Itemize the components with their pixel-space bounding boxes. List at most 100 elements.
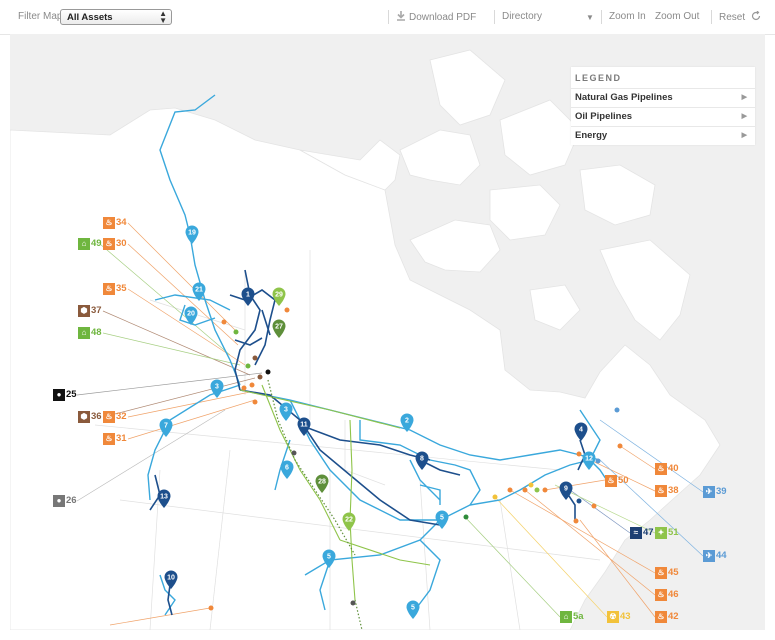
zoom-in-button[interactable]: Zoom In xyxy=(609,11,646,23)
asset-label[interactable]: ● 25 xyxy=(53,389,77,401)
chevron-down-icon[interactable]: ▼ xyxy=(586,12,594,24)
flame-icon: ♨ xyxy=(655,589,667,601)
directory-dropdown[interactable]: Directory xyxy=(502,11,542,23)
legend-item-oil[interactable]: Oil Pipelines ▶ xyxy=(571,108,755,127)
marker-label: 8 xyxy=(420,456,424,463)
asset-number: 38 xyxy=(668,485,679,496)
legend-item-natural-gas[interactable]: Natural Gas Pipelines ▶ xyxy=(571,89,755,108)
asset-number: 32 xyxy=(116,411,127,422)
refresh-icon xyxy=(751,10,761,21)
flame-icon: ♨ xyxy=(103,217,115,229)
asset-number: 44 xyxy=(716,550,727,561)
marker-label: 3 xyxy=(215,384,219,391)
asset-label[interactable]: ♨ 35 xyxy=(103,283,127,295)
asset-label[interactable]: ✦ 51 xyxy=(655,527,679,539)
flame-icon: ♨ xyxy=(103,433,115,445)
asset-label[interactable]: ♨ 30 xyxy=(103,238,127,250)
filter-select[interactable]: All Assets ▲ ▼ xyxy=(60,9,172,25)
toolbar-divider xyxy=(601,10,602,24)
marker-label: 21 xyxy=(195,287,203,294)
asset-label[interactable]: ♨ 32 xyxy=(103,411,127,423)
reset-button[interactable]: Reset xyxy=(719,10,761,24)
circle-icon: ● xyxy=(53,389,65,401)
asset-label[interactable]: ♨ 50 xyxy=(605,475,629,487)
solar-icon: ✦ xyxy=(655,527,667,539)
marker-label: 20 xyxy=(187,311,195,318)
asset-label[interactable]: ♨ 42 xyxy=(655,611,679,623)
house-icon: ⌂ xyxy=(78,327,90,339)
marker-label: 28 xyxy=(318,479,326,486)
storage-icon: ⬢ xyxy=(78,305,90,317)
house-icon: ⌂ xyxy=(78,238,90,250)
asset-label[interactable]: ⌂ 49 xyxy=(78,238,102,250)
map-canvas[interactable]: 1 2 3 3 4 5 5 5 6 7 8 9 10 11 12 13 19 2… xyxy=(10,34,765,630)
asset-label[interactable]: ♨ 34 xyxy=(103,217,127,229)
marker-label: 27 xyxy=(275,324,283,331)
flame-icon: ♨ xyxy=(655,611,667,623)
asset-number: 49 xyxy=(91,238,102,249)
asset-number: 25 xyxy=(66,389,77,400)
asset-label[interactable]: ≈47 xyxy=(630,527,654,539)
asset-number: 42 xyxy=(668,611,679,622)
asset-number: 36 xyxy=(91,411,102,422)
asset-number: 35 xyxy=(116,283,127,294)
zoom-out-button[interactable]: Zoom Out xyxy=(655,11,699,23)
download-pdf-label: Download PDF xyxy=(409,12,477,23)
legend-item-label: Energy xyxy=(575,130,608,141)
updown-arrows-icon: ▲ ▼ xyxy=(159,9,167,25)
asset-label[interactable]: ♨ 38 xyxy=(655,485,679,497)
map-toolbar: Filter Map All Assets ▲ ▼ Download PDF Di… xyxy=(0,0,775,35)
chevron-right-icon: ▶ xyxy=(741,132,747,139)
download-icon xyxy=(397,11,405,21)
flame-icon: ♨ xyxy=(655,485,667,497)
marker-label: 13 xyxy=(160,494,168,501)
download-pdf-button[interactable]: Download PDF xyxy=(396,11,476,24)
marker-label: 5 xyxy=(440,515,444,522)
asset-label[interactable]: ⬢ 36 xyxy=(78,411,102,423)
asset-label[interactable]: ♨ 45 xyxy=(655,567,679,579)
asset-number: 30 xyxy=(116,238,127,249)
reset-label: Reset xyxy=(719,12,746,23)
asset-label[interactable]: ✈ 39 xyxy=(703,486,727,498)
marker-label: 2 xyxy=(405,418,409,425)
asset-number: 45 xyxy=(668,567,679,578)
storage-icon: ⬢ xyxy=(78,411,90,423)
legend-item-label: Oil Pipelines xyxy=(575,111,633,122)
legend-title: LEGEND xyxy=(571,67,755,89)
asset-number: 34 xyxy=(116,217,127,228)
asset-label[interactable]: ☢ 43 xyxy=(607,611,631,623)
asset-number: 47 xyxy=(643,527,654,538)
asset-label[interactable]: ♨ 40 xyxy=(655,463,679,475)
marker-label: 3 xyxy=(284,407,288,414)
asset-label[interactable]: ♨ 31 xyxy=(103,433,127,445)
legend-item-energy[interactable]: Energy ▶ xyxy=(571,127,755,145)
asset-number: 48 xyxy=(91,327,102,338)
asset-label[interactable]: ● 26 xyxy=(53,495,77,507)
marker-label: 19 xyxy=(188,230,196,237)
directory-label: Directory xyxy=(502,11,543,22)
asset-label[interactable]: ♨ 46 xyxy=(655,589,679,601)
asset-number: 43 xyxy=(620,611,631,622)
asset-label[interactable]: ⌂ 48 xyxy=(78,327,102,339)
filter-map-label: Filter Map xyxy=(18,11,63,22)
circle-icon: ● xyxy=(53,495,65,507)
asset-number: 31 xyxy=(116,433,127,444)
wind-icon: ✈ xyxy=(703,486,715,498)
marker-label: 1 xyxy=(246,292,250,299)
nuclear-icon: ☢ xyxy=(607,611,619,623)
chevron-right-icon: ▶ xyxy=(741,113,747,120)
asset-number: 50 xyxy=(618,475,629,486)
marker-label: 6 xyxy=(285,465,289,472)
asset-number: 39 xyxy=(716,486,727,497)
wave-icon: ≈ xyxy=(630,527,642,539)
asset-label[interactable]: ⌂ 5a xyxy=(560,611,584,623)
marker-label: 11 xyxy=(300,422,308,429)
toolbar-divider xyxy=(711,10,712,24)
flame-icon: ♨ xyxy=(103,411,115,423)
asset-number: 5a xyxy=(573,611,584,622)
flame-icon: ♨ xyxy=(103,238,115,250)
asset-label[interactable]: ⬢ 37 xyxy=(78,305,102,317)
wind-icon: ✈ xyxy=(703,550,715,562)
flame-icon: ♨ xyxy=(605,475,617,487)
asset-label[interactable]: ✈ 44 xyxy=(703,550,727,562)
